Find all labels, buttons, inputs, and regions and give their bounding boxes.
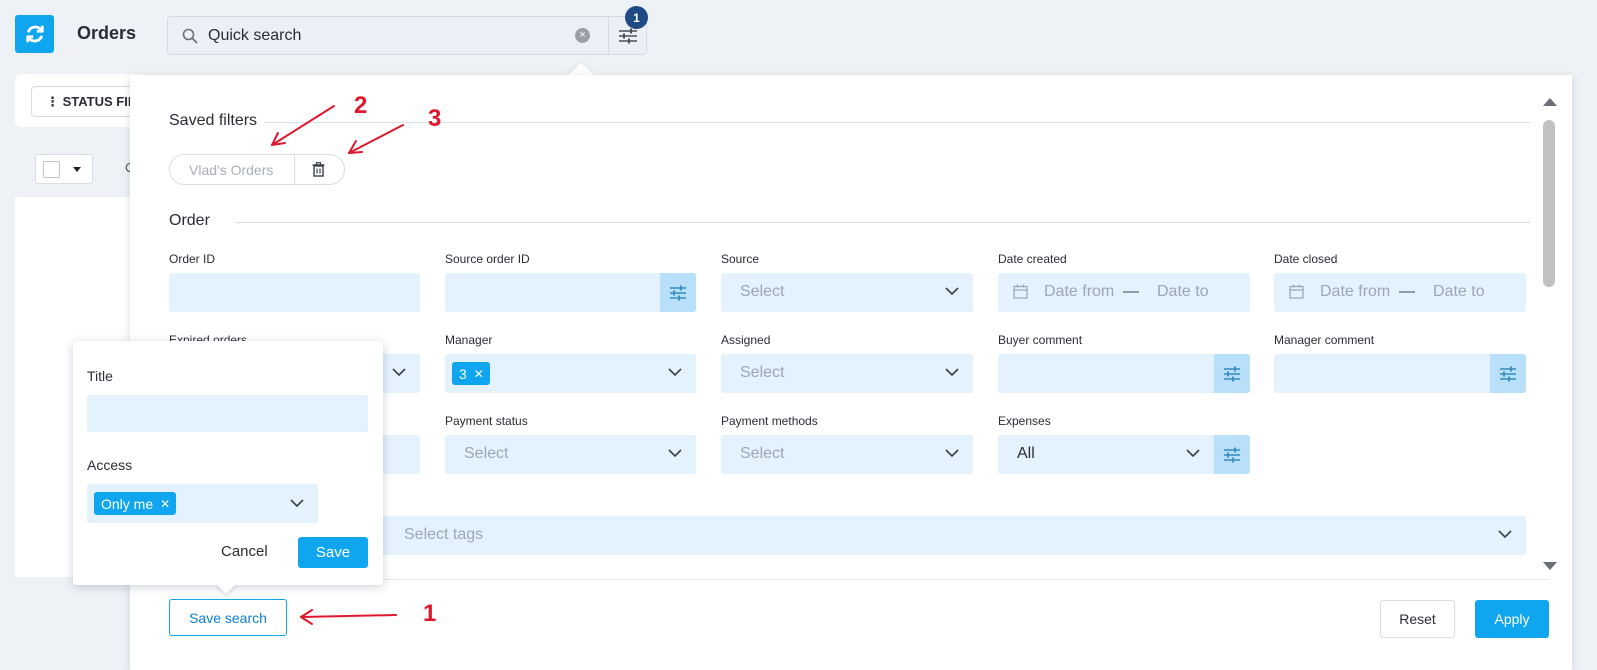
annotation-arrows <box>271 105 404 625</box>
annotation-number: 3 <box>428 105 442 132</box>
annotation-number: 2 <box>354 92 368 119</box>
annotation-number: 1 <box>423 600 437 627</box>
